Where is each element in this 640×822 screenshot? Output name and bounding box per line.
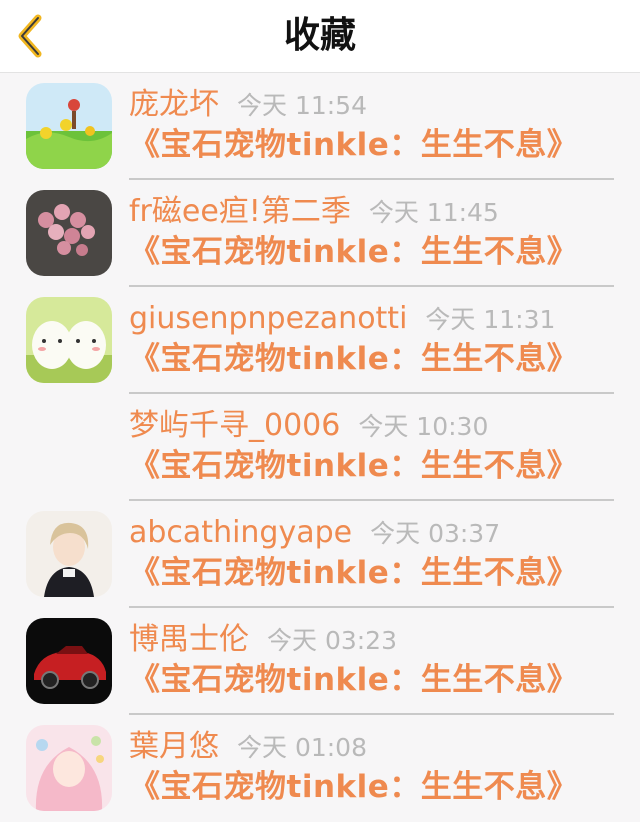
- favorite-title[interactable]: 《宝石宠物tinkle：生生不息》: [129, 553, 578, 593]
- favorite-title[interactable]: 《宝石宠物tinkle：生生不息》: [129, 232, 578, 272]
- list-item[interactable]: 梦屿千寻_0006 今天 10:30 《宝石宠物tinkle：生生不息》: [0, 394, 640, 501]
- favorites-list: 庞龙坏 今天 11:54 《宝石宠物tinkle：生生不息》 fr磁ee疸!第二季…: [0, 73, 640, 822]
- favorite-title[interactable]: 《宝石宠物tinkle：生生不息》: [129, 446, 578, 486]
- timestamp: 今天 03:23: [267, 626, 397, 655]
- favorite-title[interactable]: 《宝石宠物tinkle：生生不息》: [129, 767, 578, 807]
- user-name[interactable]: 博禺士伦: [129, 622, 249, 657]
- avatar[interactable]: [26, 83, 112, 169]
- favorite-title[interactable]: 《宝石宠物tinkle：生生不息》: [129, 339, 578, 379]
- avatar[interactable]: [26, 511, 112, 597]
- timestamp: 今天 11:45: [368, 198, 499, 227]
- favorite-title[interactable]: 《宝石宠物tinkle：生生不息》: [129, 660, 578, 700]
- avatar[interactable]: [26, 190, 112, 276]
- avatar[interactable]: [26, 725, 112, 811]
- favorite-title[interactable]: 《宝石宠物tinkle：生生不息》: [129, 125, 578, 165]
- timestamp: 今天 01:08: [237, 733, 367, 762]
- timestamp: 今天 11:31: [425, 305, 556, 334]
- list-item[interactable]: 庞龙坏 今天 11:54 《宝石宠物tinkle：生生不息》: [0, 73, 640, 180]
- avatar[interactable]: [26, 618, 112, 704]
- list-item[interactable]: 葉月悠 今天 01:08 《宝石宠物tinkle：生生不息》: [0, 715, 640, 822]
- user-name[interactable]: giusenpnpezanotti: [129, 301, 407, 336]
- avatar[interactable]: [26, 297, 112, 383]
- list-item[interactable]: giusenpnpezanotti 今天 11:31 《宝石宠物tinkle：生生…: [0, 287, 640, 394]
- user-name[interactable]: 庞龙坏: [129, 87, 219, 122]
- nav-bar: 收藏: [0, 0, 640, 73]
- page-title: 收藏: [283, 15, 356, 56]
- user-name[interactable]: fr磁ee疸!第二季: [129, 194, 351, 229]
- list-item[interactable]: fr磁ee疸!第二季 今天 11:45 《宝石宠物tinkle：生生不息》: [0, 180, 640, 287]
- user-name[interactable]: abcathingyape: [129, 515, 352, 550]
- list-item[interactable]: 博禺士伦 今天 03:23 《宝石宠物tinkle：生生不息》: [0, 608, 640, 715]
- timestamp: 今天 03:37: [370, 519, 501, 548]
- user-name[interactable]: 梦屿千寻_0006: [129, 408, 340, 443]
- timestamp: 今天 11:54: [237, 91, 367, 120]
- list-item[interactable]: abcathingyape 今天 03:37 《宝石宠物tinkle：生生不息》: [0, 501, 640, 608]
- timestamp: 今天 10:30: [358, 412, 489, 441]
- user-name[interactable]: 葉月悠: [129, 729, 219, 764]
